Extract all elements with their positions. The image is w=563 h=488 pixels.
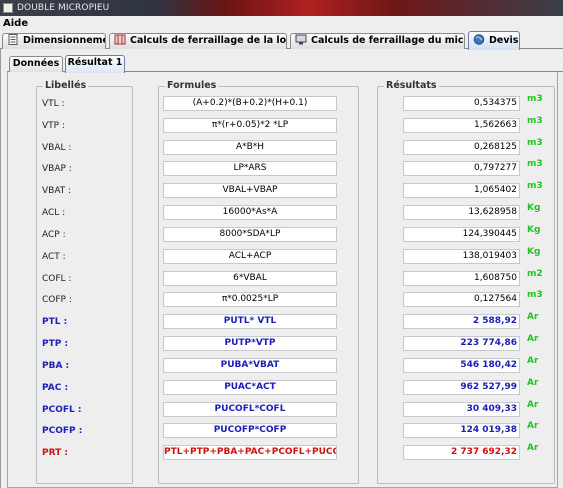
label-vtp: VTP : bbox=[42, 120, 65, 131]
unit-vbap: m3 bbox=[527, 159, 543, 170]
main-tab-bar: Dimensionnement Calculs de ferraillage d… bbox=[0, 31, 563, 50]
label-vtl: VTL : bbox=[42, 99, 65, 109]
label-vbap: VBAP : bbox=[42, 164, 72, 175]
label-prt: PRT : bbox=[42, 448, 68, 459]
result-field-cofl[interactable]: 1,608750 bbox=[403, 270, 520, 286]
sub-tab-bar: Données Résultat 1 bbox=[7, 55, 563, 73]
document-icon bbox=[8, 34, 18, 45]
menu-aide[interactable]: Aide bbox=[3, 17, 28, 30]
result-field-pba[interactable]: 546 180,42 bbox=[403, 357, 520, 373]
label-acp: ACP : bbox=[42, 229, 66, 240]
app-icon bbox=[3, 3, 13, 13]
unit-act: Kg bbox=[527, 246, 541, 257]
window-title: DOUBLE MICROPIEU bbox=[17, 3, 110, 13]
result-field-pac[interactable]: 962 527,99 bbox=[403, 379, 520, 395]
unit-vtp: m3 bbox=[527, 115, 543, 126]
formula-field-vtp[interactable]: π*(r+0.05)*2 *LP bbox=[163, 117, 337, 133]
label-pcofp: PCOFP : bbox=[42, 426, 83, 437]
label-pcofl: PCOFL : bbox=[42, 404, 82, 415]
rebar-icon bbox=[114, 34, 126, 45]
formula-field-vbat[interactable]: VBAL+VBAP bbox=[163, 183, 337, 199]
unit-cofp: m3 bbox=[527, 290, 543, 301]
globe-icon bbox=[473, 34, 485, 45]
unit-acp: Kg bbox=[527, 224, 541, 235]
formula-field-ptl[interactable]: PUTL* VTL bbox=[163, 314, 337, 330]
unit-ptl: Ar bbox=[527, 312, 539, 323]
label-acl: ACL : bbox=[42, 208, 66, 219]
result-field-vbat[interactable]: 1,065402 bbox=[403, 183, 520, 199]
result-field-vbap[interactable]: 0,797277 bbox=[403, 161, 520, 177]
title-bar: DOUBLE MICROPIEU bbox=[0, 0, 563, 16]
result-field-pcofp[interactable]: 124 019,38 bbox=[403, 423, 520, 439]
tab-devis[interactable]: Devis bbox=[468, 31, 520, 50]
label-pba: PBA : bbox=[42, 360, 70, 371]
result-field-acl[interactable]: 13,628958 bbox=[403, 205, 520, 221]
formula-field-pcofl[interactable]: PUCOFL*COFL bbox=[163, 401, 337, 417]
result-field-vbal[interactable]: 0,268125 bbox=[403, 139, 520, 155]
unit-acl: Kg bbox=[527, 203, 541, 214]
tab-content-devis: Données Résultat 1 Libellés Formules Rés… bbox=[0, 49, 563, 488]
unit-vbat: m3 bbox=[527, 181, 543, 192]
formula-field-cofl[interactable]: 6*VBAL bbox=[163, 270, 337, 286]
label-cofp: COFP : bbox=[42, 295, 72, 306]
subtab-resultat-1[interactable]: Résultat 1 bbox=[65, 55, 125, 73]
tab-label: Devis bbox=[489, 35, 519, 46]
formula-field-vtl[interactable]: (A+0.2)*(B+0.2)*(H+0.1) bbox=[163, 96, 337, 111]
result-field-prt[interactable]: 2 737 692,32 bbox=[403, 445, 520, 461]
result-field-vtl[interactable]: 0,534375 bbox=[403, 96, 520, 111]
label-pac: PAC : bbox=[42, 382, 69, 393]
result-field-vtp[interactable]: 1,562663 bbox=[403, 117, 520, 133]
unit-pba: Ar bbox=[527, 355, 539, 366]
result-field-cofp[interactable]: 0,127564 bbox=[403, 292, 520, 308]
unit-vbal: m3 bbox=[527, 137, 543, 148]
label-act: ACT : bbox=[42, 251, 66, 262]
result-field-ptp[interactable]: 223 774,86 bbox=[403, 336, 520, 352]
result-field-acp[interactable]: 124,390445 bbox=[403, 226, 520, 242]
formula-field-ptp[interactable]: PUTP*VTP bbox=[163, 336, 337, 352]
tab-label: Calculs de ferraillage du micropieu bbox=[311, 35, 464, 46]
formula-field-act[interactable]: ACL+ACP bbox=[163, 248, 337, 264]
unit-cofl: m2 bbox=[527, 268, 543, 279]
unit-pac: Ar bbox=[527, 377, 539, 388]
label-cofl: COFL : bbox=[42, 273, 72, 284]
tab-calculs-micropieu[interactable]: Calculs de ferraillage du micropieu bbox=[290, 33, 465, 49]
result-field-ptl[interactable]: 2 588,92 bbox=[403, 314, 520, 330]
tab-dimensionnement[interactable]: Dimensionnement bbox=[2, 33, 106, 49]
unit-pcofp: Ar bbox=[527, 421, 539, 432]
formula-field-pba[interactable]: PUBA*VBAT bbox=[163, 357, 337, 373]
unit-prt: Ar bbox=[527, 443, 539, 454]
formula-field-acp[interactable]: 8000*SDA*LP bbox=[163, 226, 337, 242]
formula-field-pac[interactable]: PUAC*ACT bbox=[163, 379, 337, 395]
formula-field-pcofp[interactable]: PUCOFP*COFP bbox=[163, 423, 337, 439]
subtab-donnees[interactable]: Données bbox=[9, 56, 63, 72]
unit-pcofl: Ar bbox=[527, 399, 539, 410]
tab-calculs-longrine[interactable]: Calculs de ferraillage de la longrine bbox=[109, 33, 287, 49]
tab-label: Dimensionnement bbox=[23, 35, 105, 46]
unit-vtl: m3 bbox=[527, 94, 543, 104]
formula-field-vbap[interactable]: LP*ARS bbox=[163, 161, 337, 177]
monitor-icon bbox=[295, 34, 307, 45]
formula-field-acl[interactable]: 16000*As*A bbox=[163, 205, 337, 221]
label-vbat: VBAT : bbox=[42, 186, 72, 197]
group-title-resultats: Résultats bbox=[384, 80, 439, 92]
label-ptl: PTL : bbox=[42, 317, 68, 328]
unit-ptp: Ar bbox=[527, 334, 539, 345]
formula-field-vbal[interactable]: A*B*H bbox=[163, 139, 337, 155]
group-title-libelles: Libellés bbox=[43, 80, 89, 92]
formula-field-cofp[interactable]: π*0.0025*LP bbox=[163, 292, 337, 308]
result-field-act[interactable]: 138,019403 bbox=[403, 248, 520, 264]
result-field-pcofl[interactable]: 30 409,33 bbox=[403, 401, 520, 417]
label-vbal: VBAL : bbox=[42, 142, 72, 153]
tab-label: Calculs de ferraillage de la longrine bbox=[130, 35, 287, 46]
group-title-formules: Formules bbox=[165, 80, 219, 92]
label-ptp: PTP : bbox=[42, 339, 69, 350]
formula-field-prt[interactable]: PTL+PTP+PBA+PAC+PCOFL+PUCOFP bbox=[163, 445, 337, 461]
menu-bar: Aide bbox=[0, 16, 563, 31]
